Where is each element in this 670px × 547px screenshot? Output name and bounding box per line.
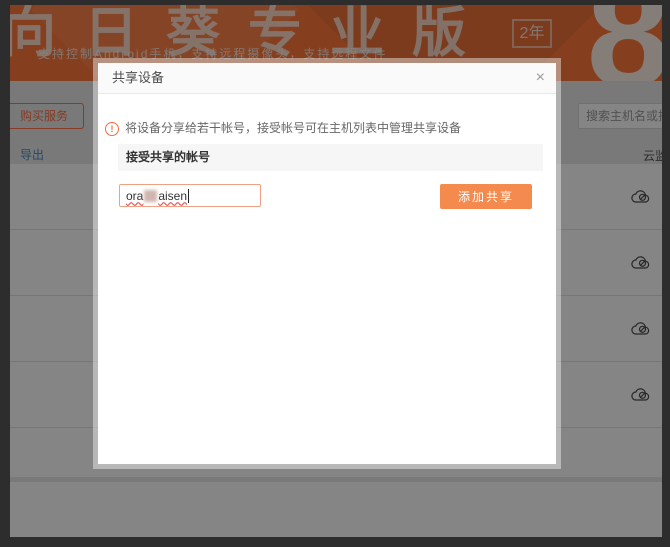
text-caret: [188, 189, 189, 203]
share-device-dialog: 共享设备 × ! 将设备分享给若干帐号，接受帐号可在主机列表中管理共享设备 接受…: [93, 58, 561, 469]
dialog-header: 共享设备 ×: [98, 63, 556, 94]
share-account-input[interactable]: ora aisen: [119, 184, 261, 207]
notice-row: ! 将设备分享给若干帐号，接受帐号可在主机列表中管理共享设备: [105, 121, 461, 136]
close-icon[interactable]: ×: [536, 63, 545, 92]
account-value-suffix: aisen: [158, 189, 187, 203]
notice-text: 将设备分享给若干帐号，接受帐号可在主机列表中管理共享设备: [125, 121, 461, 136]
add-share-button[interactable]: 添加共享: [440, 184, 532, 209]
section-label: 接受共享的帐号: [118, 144, 543, 171]
exclamation-circle-icon: !: [105, 122, 119, 136]
capture-frame: 向日葵专业版 支持控制Android手机，支持远程摄像头，支持远程文件 2年 8…: [0, 0, 670, 547]
redacted-text-block: [144, 190, 157, 202]
dialog-body: ! 将设备分享给若干帐号，接受帐号可在主机列表中管理共享设备 接受共享的帐号 o…: [98, 94, 556, 464]
section-header-bar: 接受共享的帐号: [118, 144, 543, 171]
account-value-prefix: ora: [126, 189, 143, 203]
dialog-title: 共享设备: [112, 63, 164, 93]
